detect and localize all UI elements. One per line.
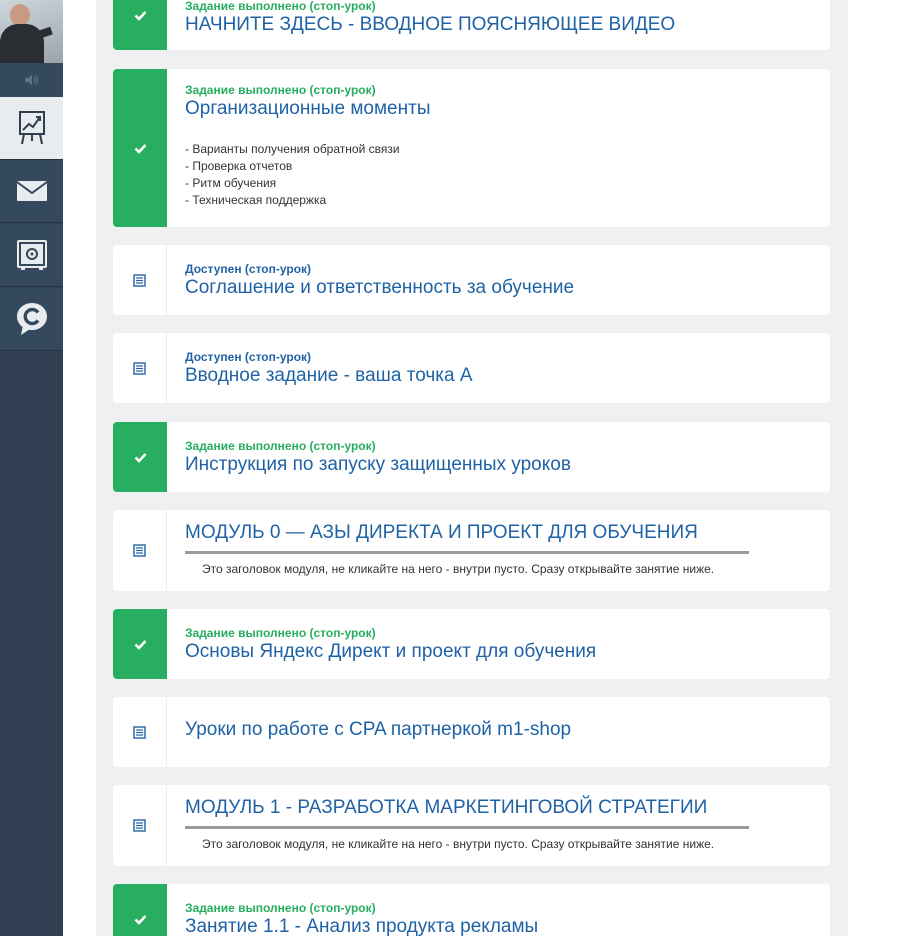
envelope-icon <box>15 181 48 201</box>
lesson-status: Доступен (стоп-урок) <box>185 350 312 364</box>
lesson-title[interactable]: Вводное задание - ваша точка А <box>185 364 818 388</box>
sound-toggle[interactable] <box>0 63 63 97</box>
document-list-icon <box>133 273 146 287</box>
module-underline <box>185 551 749 554</box>
module-header-card[interactable]: МОДУЛЬ 0 — АЗЫ ДИРЕКТА И ПРОЕКТ ДЛЯ ОБУЧ… <box>113 510 830 591</box>
checkmark-icon <box>134 10 146 21</box>
lesson-state-cell <box>113 245 167 315</box>
lesson-card[interactable]: Задание выполнено (стоп-урок) НАЧНИТЕ ЗД… <box>113 0 830 50</box>
checkmark-icon <box>134 639 146 650</box>
module-title[interactable]: МОДУЛЬ 1 - РАЗРАБОТКА МАРКЕТИНГОВОЙ СТРА… <box>185 796 818 820</box>
lesson-card[interactable]: Задание выполнено (стоп-урок) Организаци… <box>113 69 830 227</box>
module-underline <box>185 826 749 829</box>
lesson-title[interactable]: Соглашение и ответственность за обучение <box>185 276 818 300</box>
safe-icon <box>16 240 47 270</box>
lesson-title[interactable]: Уроки по работе с CPA партнеркой m1-shop <box>185 718 818 742</box>
lesson-status: Задание выполнено (стоп-урок) <box>185 83 376 97</box>
lesson-state-cell <box>113 697 167 767</box>
sidebar-item-messages[interactable] <box>0 160 63 223</box>
description-line: - Техническая поддержка <box>185 193 327 207</box>
lesson-state-cell <box>113 510 167 591</box>
lesson-status: Задание выполнено (стоп-урок) <box>185 901 376 915</box>
lesson-card[interactable]: Задание выполнено (стоп-урок) Занятие 1.… <box>113 884 830 936</box>
sidebar-item-chat[interactable] <box>0 288 63 351</box>
left-sidebar <box>0 0 63 936</box>
avatar[interactable] <box>0 0 63 63</box>
chart-presentation-icon <box>18 111 45 145</box>
lesson-state-cell <box>113 609 167 679</box>
lesson-card[interactable]: Доступен (стоп-урок) Соглашение и ответс… <box>113 245 830 315</box>
module-header-card[interactable]: МОДУЛЬ 1 - РАЗРАБОТКА МАРКЕТИНГОВОЙ СТРА… <box>113 785 830 866</box>
lesson-state-cell <box>113 0 167 50</box>
lesson-title[interactable]: Организационные моменты <box>185 97 818 121</box>
speaker-icon <box>24 75 38 85</box>
lesson-card[interactable]: Уроки по работе с CPA партнеркой m1-shop <box>113 697 830 767</box>
lesson-state-cell <box>113 785 167 866</box>
description-line: - Проверка отчетов <box>185 159 293 173</box>
description-line: - Ритм обучения <box>185 176 277 190</box>
module-note: Это заголовок модуля, не кликайте на нег… <box>202 562 715 576</box>
lesson-title[interactable]: Основы Яндекс Директ и проект для обучен… <box>185 640 818 664</box>
lesson-title[interactable]: Инструкция по запуску защищенных уроков <box>185 453 818 477</box>
document-list-icon <box>133 725 146 739</box>
lesson-card[interactable]: Задание выполнено (стоп-урок) Основы Янд… <box>113 609 830 679</box>
lesson-title[interactable]: Занятие 1.1 - Анализ продукта рекламы <box>185 915 818 936</box>
description-line: - Варианты получения обратной связи <box>185 142 400 156</box>
lesson-status: Задание выполнено (стоп-урок) <box>185 626 376 640</box>
chat-c-icon <box>16 303 47 335</box>
lesson-title[interactable]: НАЧНИТЕ ЗДЕСЬ - ВВОДНОЕ ПОЯСНЯЮЩЕЕ ВИДЕО <box>185 13 818 37</box>
lesson-status: Задание выполнено (стоп-урок) <box>185 0 376 13</box>
lesson-card[interactable]: Доступен (стоп-урок) Вводное задание - в… <box>113 333 830 403</box>
lesson-state-cell <box>113 884 167 936</box>
lesson-status: Задание выполнено (стоп-урок) <box>185 439 376 453</box>
module-title[interactable]: МОДУЛЬ 0 — АЗЫ ДИРЕКТА И ПРОЕКТ ДЛЯ ОБУЧ… <box>185 521 818 545</box>
module-note: Это заголовок модуля, не кликайте на нег… <box>202 837 715 851</box>
document-list-icon <box>133 544 146 557</box>
sidebar-item-safe[interactable] <box>0 224 63 287</box>
checkmark-icon <box>134 452 146 463</box>
document-list-icon <box>133 361 146 375</box>
avatar-head <box>10 4 30 26</box>
document-list-icon <box>133 819 146 832</box>
checkmark-icon <box>134 914 146 925</box>
checkmark-icon <box>134 143 146 154</box>
lesson-state-cell <box>113 333 167 403</box>
lesson-status: Доступен (стоп-урок) <box>185 262 312 276</box>
lesson-card[interactable]: Задание выполнено (стоп-урок) Инструкция… <box>113 422 830 492</box>
sidebar-item-stats[interactable] <box>0 97 63 160</box>
lesson-state-cell <box>113 422 167 492</box>
lesson-description: - Варианты получения обратной связи - Пр… <box>185 141 818 209</box>
